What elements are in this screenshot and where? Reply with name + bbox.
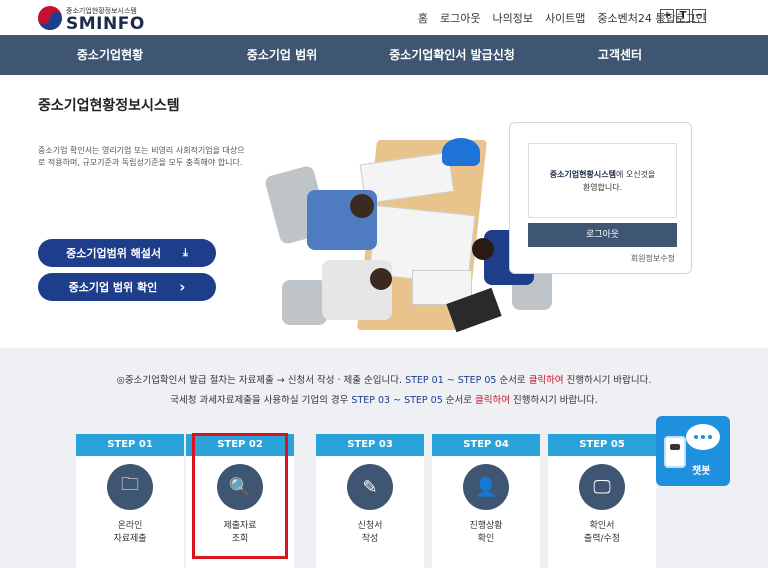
step-label-line: 온라인 [117,521,143,531]
notice-click-emphasis: 클릭하여 [475,395,511,406]
logo-title: SMINFO [66,14,145,34]
step-03-card[interactable]: STEP 03 ✎ 신청서 작성 [316,434,424,568]
notice-text: 진행하시기 바랍니다. [563,375,652,386]
font-decrease-button[interactable]: − [692,9,706,23]
notice-text: 순서로 [496,375,529,386]
logout-button[interactable]: 로그아웃 [528,223,677,247]
monitor-icon: 🖵 [579,464,625,510]
step-label-line: 확인서 [589,521,615,531]
step-label-line: 작성 [361,534,379,544]
util-link-logout[interactable]: 로그아웃 [440,10,480,26]
step-05-card[interactable]: STEP 05 🖵 확인서 출력/수정 [548,434,656,568]
nav-item-certificate-application[interactable]: 중소기업확인서 발급신청 [372,35,532,75]
notice-text: 진행하시기 바랍니다. [510,395,598,406]
hero-description: 중소기업 확인서는 영리기업 또는 비영리 사회적기업을 대상으로 적용하며, … [38,146,245,167]
login-panel: 중소기업현황시스템에 오신것을 환영합니다. 로그아웃 회원정보수정 [509,122,692,274]
util-link-my-info[interactable]: 나의정보 [492,10,532,26]
hard-hat-icon [442,138,480,166]
site-logo[interactable]: 중소기업현황정보시스템 SMINFO [38,5,178,34]
step-label-line: 진행상황 [469,521,503,531]
chat-bubble-icon [686,424,720,450]
step-heading: STEP 03 [316,434,424,456]
folder-icon: 🗀 [107,464,153,510]
welcome-system-name: 중소기업현황시스템 [549,169,616,179]
download-icon: ⤓ [183,246,188,259]
step-label-line: 자료제출 [113,534,147,544]
main-nav: 중소기업현황 중소기업 범위 중소기업확인서 발급신청 고객센터 [0,35,768,75]
sme-scope-check-button[interactable]: 중소기업 범위 확인 › [38,273,216,301]
step-label-line: 확인 [477,534,495,544]
step-label-line: 신청서 [357,521,383,531]
step-heading: STEP 05 [548,434,656,456]
notice-line-2: 국세청 과세자료제출을 사용하실 기업의 경우 STEP 03 ~ STEP 0… [0,392,768,406]
chatbot-button[interactable]: 챗봇 [656,416,730,486]
button-label: 중소기업범위 해설서 [66,247,162,260]
notice-step-range: STEP 03 ~ STEP 05 [351,395,443,406]
notice-text: ◎중소기업확인서 발급 절차는 자료제출 → 신청서 작성 · 제출 순입니다. [116,375,406,386]
government-emblem-icon [38,6,62,30]
button-label: 중소기업 범위 확인 [68,281,158,294]
step-01-card[interactable]: STEP 01 🗀 온라인 자료제출 [76,434,184,568]
sme-scope-guide-button[interactable]: 중소기업범위 해설서 ⤓ [38,239,216,267]
welcome-text-2: 환영합니다. [582,182,623,192]
person-document-icon: 👤 [463,464,509,510]
chatbot-label: 챗봇 [692,466,711,477]
nav-item-sme-scope[interactable]: 중소기업 범위 [212,35,352,75]
step-heading: STEP 01 [76,434,184,456]
font-size-controls: + T − [660,9,706,23]
step-label-line: 출력/수정 [583,534,621,544]
notice-text: 순서로 [442,395,476,406]
nav-item-customer-center[interactable]: 고객센터 [555,35,685,75]
step-label: 온라인 자료제출 [76,520,184,546]
util-link-sitemap[interactable]: 사이트맵 [545,10,585,26]
notice-line-1: ◎중소기업확인서 발급 절차는 자료제출 → 신청서 작성 · 제출 순입니다.… [0,372,768,386]
step-heading: STEP 04 [432,434,540,456]
page-title: 중소기업현황정보시스템 [38,98,180,114]
util-link-home[interactable]: 홈 [418,10,428,26]
step-label: 확인서 출력/수정 [548,520,656,546]
step-04-card[interactable]: STEP 04 👤 진행상황 확인 [432,434,540,568]
notice-step-range: STEP 01 ~ STEP 05 [405,375,497,386]
font-increase-button[interactable]: + [660,9,674,23]
notice-text: 국세청 과세자료제출을 사용하실 기업의 경우 [170,395,352,406]
step-label: 진행상황 확인 [432,520,540,546]
header: 중소기업현황정보시스템 SMINFO 홈 로그아웃 나의정보 사이트맵 중소벤처… [0,0,768,35]
step-label: 신청서 작성 [316,520,424,546]
robot-icon [664,436,686,468]
notice-click-emphasis: 클릭하여 [528,375,564,386]
nav-item-sme-status[interactable]: 중소기업현황 [40,35,180,75]
welcome-message: 중소기업현황시스템에 오신것을 환영합니다. [528,143,677,218]
welcome-text: 에 오신것을 [615,169,656,179]
chevron-right-icon: › [179,278,186,296]
document-edit-icon: ✎ [347,464,393,510]
step-02-highlight-box [192,433,288,559]
edit-member-info-link[interactable]: 회원정보수정 [631,253,675,264]
font-reset-button[interactable]: T [676,9,690,23]
